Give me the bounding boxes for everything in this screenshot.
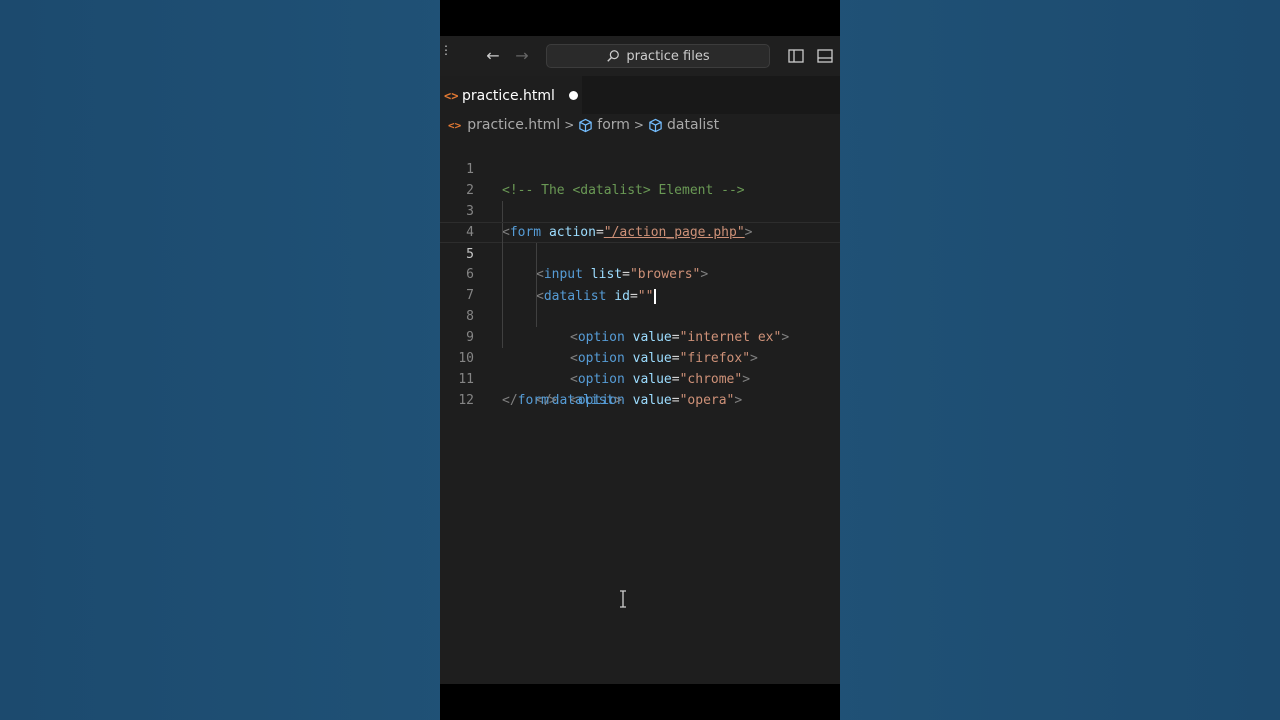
indent-guide — [536, 306, 537, 327]
symbol-cube-icon — [649, 118, 662, 132]
video-frame: ⋮ ← → practice files <> practice.html <>… — [440, 0, 840, 720]
breadcrumb-item-datalist[interactable]: datalist — [667, 117, 719, 133]
line-number: 12 — [458, 393, 474, 408]
html-file-icon: <> — [444, 88, 459, 103]
breadcrumb: <> practice.html > form > datalist — [440, 114, 840, 136]
chevron-right-icon: > — [633, 118, 644, 132]
code-line[interactable]: 9 <option value="opera"> — [440, 306, 840, 408]
search-icon — [607, 50, 620, 62]
tab-label: practice.html — [462, 87, 555, 104]
title-bar: ⋮ ← → practice files — [440, 36, 840, 77]
code-line[interactable]: 8 <option value="chrome"> — [440, 285, 840, 387]
code-editor[interactable]: 1 <!-- The <datalist> Element --> 2 3 <f… — [440, 138, 840, 408]
chevron-right-icon: > — [564, 118, 575, 132]
sidebar-toggle-icon[interactable] — [787, 47, 805, 65]
vscode-window: ⋮ ← → practice files <> practice.html <>… — [440, 36, 840, 684]
unsaved-dot-icon[interactable] — [568, 91, 578, 100]
breadcrumb-file[interactable]: practice.html — [467, 117, 560, 133]
indent-guide — [536, 285, 537, 306]
code-line[interactable]: 10 </datalist> — [440, 327, 840, 408]
indent-guide — [502, 327, 503, 348]
indent-guide — [502, 201, 503, 222]
indent-guide — [502, 264, 503, 285]
code-line[interactable]: 7 <option value="firefox"> — [440, 264, 840, 366]
code-line[interactable]: 11 </form> — [440, 348, 840, 408]
code-line[interactable]: 2 — [440, 159, 840, 198]
indent-guide — [536, 264, 537, 285]
text-cursor-icon — [620, 590, 626, 608]
symbol-cube-icon — [579, 118, 592, 132]
search-label: practice files — [626, 48, 710, 64]
code-text: </form> — [502, 393, 557, 408]
code-line[interactable]: 1 <!-- The <datalist> Element --> — [440, 138, 840, 198]
indent-guide — [502, 243, 503, 264]
forward-arrow-icon[interactable]: → — [512, 46, 532, 66]
breadcrumb-item-form[interactable]: form — [597, 117, 630, 133]
tab-practice-html[interactable]: <> practice.html — [440, 76, 582, 114]
code-line[interactable]: 4 <input list="browers"> — [440, 201, 840, 282]
indent-guide — [502, 285, 503, 306]
code-line[interactable]: 6 <option value="internet ex"> — [440, 243, 840, 345]
code-line-current[interactable]: 5 <datalist id="" — [440, 222, 840, 304]
command-center-search[interactable]: practice files — [546, 44, 770, 68]
code-line[interactable]: 3 <form action="/action_page.php"> — [440, 180, 840, 240]
menu-dots-icon[interactable]: ⋮ — [440, 44, 452, 62]
html-file-icon: <> — [448, 118, 462, 132]
tab-bar: <> practice.html — [440, 76, 840, 114]
panel-toggle-icon[interactable] — [816, 47, 834, 65]
indent-guide — [502, 223, 503, 244]
indent-guide — [502, 306, 503, 327]
indent-guide — [536, 243, 537, 264]
code-line[interactable]: 12 — [440, 369, 840, 408]
back-arrow-icon[interactable]: ← — [483, 46, 503, 66]
